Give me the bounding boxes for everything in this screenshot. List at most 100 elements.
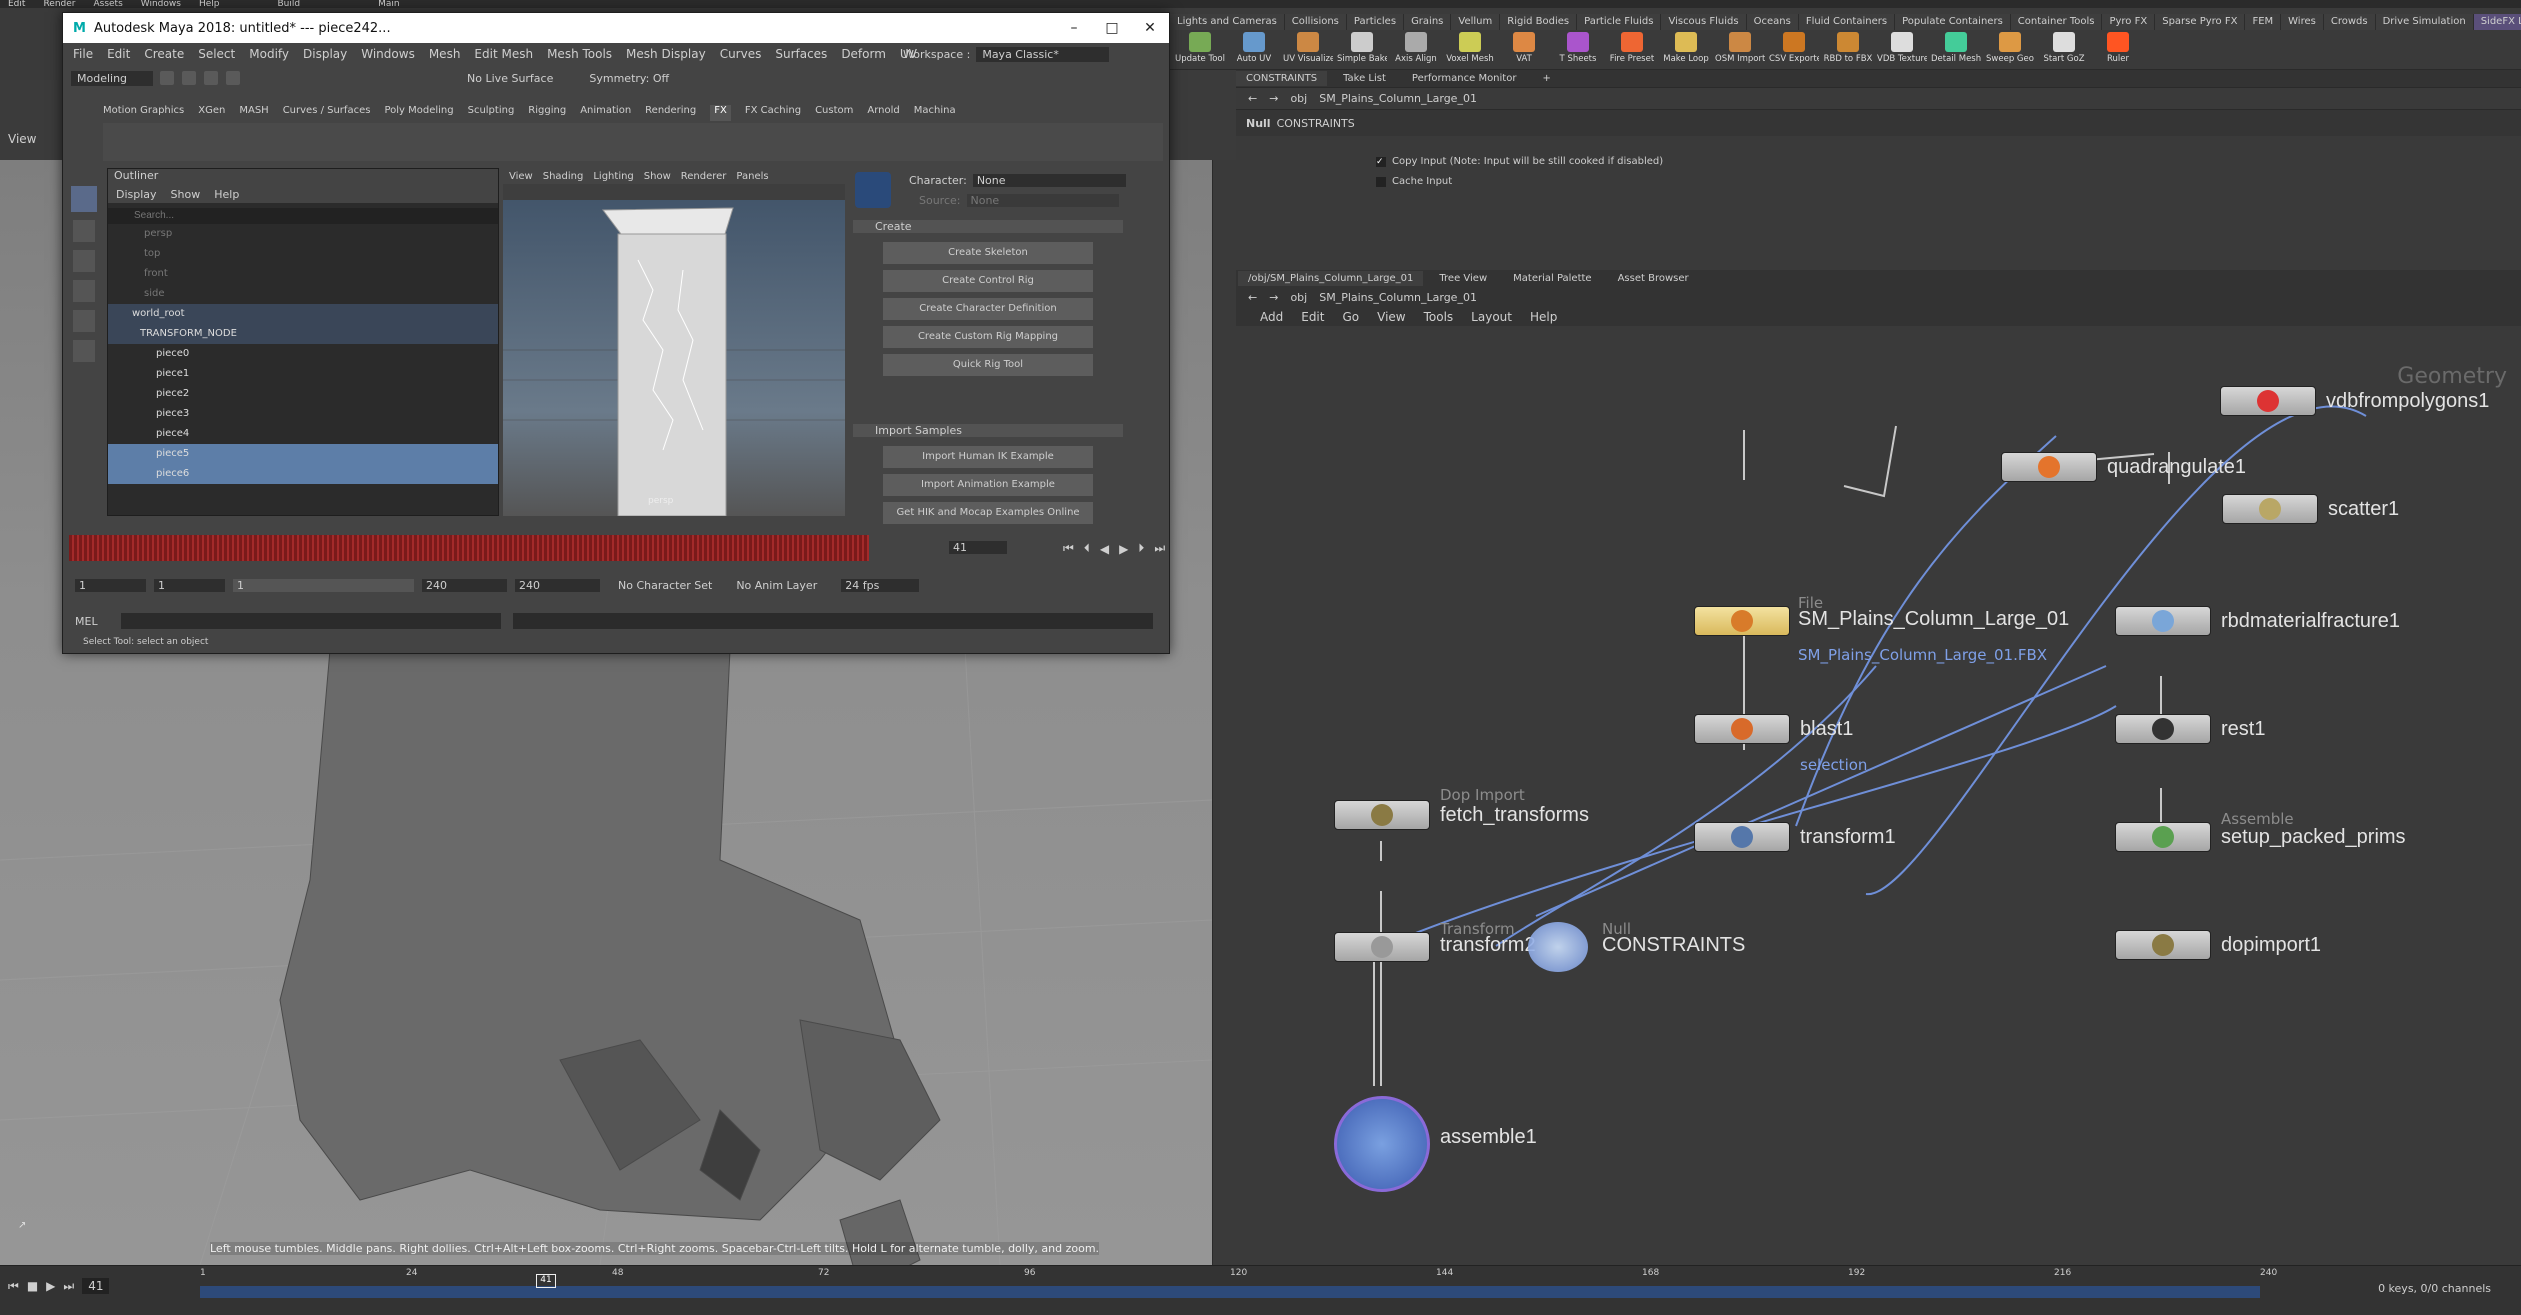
- workspace-dropdown[interactable]: Maya Classic*: [976, 47, 1109, 62]
- maximize-button[interactable]: □: [1093, 20, 1131, 36]
- hik-button[interactable]: Create Custom Rig Mapping: [883, 326, 1093, 348]
- param-path[interactable]: SM_Plains_Column_Large_01: [1319, 92, 1477, 105]
- rotate-tool-icon[interactable]: [73, 310, 95, 332]
- viewport-menu-item[interactable]: Shading: [543, 171, 584, 182]
- outliner-item[interactable]: piece3: [108, 404, 498, 424]
- node-quadrangulate1[interactable]: [2001, 452, 2097, 482]
- lasso-tool-icon[interactable]: [73, 220, 95, 242]
- shelf-tool[interactable]: VDB Textures: [1877, 32, 1927, 64]
- anim-start-field[interactable]: 1: [75, 579, 146, 592]
- maya-shelf-tab[interactable]: Motion Graphics: [103, 105, 184, 121]
- shelf-tab[interactable]: Rigid Bodies: [1500, 14, 1578, 30]
- play-icon[interactable]: ▶: [46, 1279, 55, 1293]
- maya-shelf-tab[interactable]: FX Caching: [745, 105, 801, 121]
- menu-edit[interactable]: Edit: [8, 0, 25, 8]
- node-transform2[interactable]: [1334, 932, 1430, 962]
- tab-network[interactable]: /obj/SM_Plains_Column_Large_01: [1238, 270, 1424, 286]
- param-context[interactable]: obj: [1290, 92, 1307, 105]
- jump-end-icon[interactable]: ⏭: [63, 1279, 74, 1294]
- shelf-tool[interactable]: Fire Preset: [1607, 32, 1657, 64]
- current-frame-field[interactable]: 41: [82, 1278, 110, 1294]
- shelf-tab[interactable]: Grains: [1404, 14, 1452, 30]
- shelf-tab[interactable]: Container Tools: [2010, 14, 2103, 30]
- menu-assets[interactable]: Assets: [93, 0, 122, 8]
- goto-start-icon[interactable]: ⏮: [1063, 541, 1074, 556]
- shelf-tool[interactable]: T Sheets: [1553, 32, 1603, 64]
- add-tab-button[interactable]: +: [1532, 71, 1560, 86]
- mode-dropdown[interactable]: Modeling: [71, 70, 154, 86]
- maya-shelf-tab[interactable]: XGen: [198, 105, 225, 121]
- play-back-icon[interactable]: ◀: [1100, 542, 1109, 556]
- outliner-item[interactable]: top: [108, 244, 498, 264]
- hik-character-dropdown[interactable]: None: [972, 174, 1126, 187]
- copy-input-row[interactable]: ✓ Copy Input (Note: Input will be still …: [1376, 156, 1663, 167]
- maya-menu-item[interactable]: Curves: [720, 47, 762, 61]
- shelf-tool[interactable]: Voxel Mesh: [1445, 32, 1495, 64]
- viewport-menu-item[interactable]: Panels: [736, 171, 768, 182]
- node-scatter1[interactable]: [2222, 494, 2318, 524]
- viewport-menu-item[interactable]: Lighting: [593, 171, 633, 182]
- outliner-item[interactable]: piece5: [108, 443, 498, 464]
- tab-tree-view[interactable]: Tree View: [1429, 271, 1497, 286]
- maya-menu-item[interactable]: Modify: [249, 47, 289, 61]
- maya-menu-item[interactable]: Mesh: [429, 47, 461, 61]
- maya-menu-item[interactable]: Windows: [361, 47, 415, 61]
- stop-icon[interactable]: ■: [27, 1279, 38, 1293]
- back-arrow-icon[interactable]: ←: [1248, 92, 1257, 105]
- fps-dropdown[interactable]: 24 fps: [841, 579, 920, 592]
- no-live-surface[interactable]: No Live Surface: [467, 72, 553, 85]
- shelf-tool[interactable]: Ruler: [2093, 32, 2143, 64]
- maya-current-frame[interactable]: 41: [949, 541, 1007, 554]
- step-forward-icon[interactable]: ⏵: [1138, 541, 1144, 556]
- shelf-tab[interactable]: Lights and Cameras: [1170, 14, 1285, 30]
- anim-end-field[interactable]: 240: [515, 579, 600, 592]
- tab-take-list[interactable]: Take List: [1333, 71, 1396, 86]
- node-blast1[interactable]: [1694, 714, 1790, 744]
- cache-input-checkbox[interactable]: [1376, 176, 1386, 187]
- node-fetch-transforms[interactable]: [1334, 800, 1430, 830]
- maya-menu-item[interactable]: Select: [198, 47, 235, 61]
- shelf-tool[interactable]: CSV Exporter: [1769, 32, 1819, 64]
- shelf-tab[interactable]: Wires: [2281, 14, 2324, 30]
- maya-shelf-tab[interactable]: Curves / Surfaces: [283, 105, 371, 121]
- net-context[interactable]: obj: [1290, 291, 1307, 304]
- shelf-tab[interactable]: Sparse Pyro FX: [2155, 14, 2246, 30]
- play-forward-icon[interactable]: ▶: [1119, 542, 1128, 556]
- select-tool-icon[interactable]: [71, 186, 97, 212]
- outliner-item[interactable]: TRANSFORM_NODE: [108, 323, 498, 344]
- viewport-menu-item[interactable]: Show: [644, 171, 671, 182]
- shelf-tool[interactable]: VAT: [1499, 32, 1549, 64]
- net-menu-go[interactable]: Go: [1342, 310, 1359, 324]
- outliner-menu-help[interactable]: Help: [214, 188, 239, 201]
- hik-button[interactable]: Create Character Definition: [883, 298, 1093, 320]
- net-path[interactable]: SM_Plains_Column_Large_01: [1319, 291, 1477, 304]
- shelf-tool[interactable]: Auto UV: [1229, 32, 1279, 64]
- mel-input[interactable]: [121, 613, 501, 629]
- tab-material-palette[interactable]: Material Palette: [1503, 271, 1601, 286]
- timeline-playhead[interactable]: 41: [536, 1274, 556, 1288]
- shelf-tab[interactable]: Pyro FX: [2102, 14, 2156, 30]
- jump-start-icon[interactable]: ⏮: [8, 1279, 19, 1294]
- shelf-tool[interactable]: Sweep Geo: [1985, 32, 2035, 64]
- outliner-menu-display[interactable]: Display: [116, 188, 157, 201]
- maya-menu-item[interactable]: Mesh Display: [626, 47, 706, 61]
- timeline-scrub[interactable]: [200, 1286, 2260, 1298]
- maya-shelf-tab[interactable]: Rendering: [645, 105, 696, 121]
- maya-menu-item[interactable]: File: [73, 47, 93, 61]
- hik-button[interactable]: Quick Rig Tool: [883, 354, 1093, 376]
- range-end-field[interactable]: 240: [422, 579, 507, 592]
- network-editor[interactable]: Geometry vdbfrompolygons1 quadrangulate1…: [1236, 326, 2521, 1266]
- maya-shelf-tab[interactable]: FX: [710, 105, 731, 121]
- tab-performance-monitor[interactable]: Performance Monitor: [1402, 71, 1527, 86]
- shelf-tool[interactable]: Update Toolset: [1175, 32, 1225, 64]
- shelf-tab[interactable]: Drive Simulation: [2375, 14, 2474, 30]
- maya-menu-item[interactable]: Mesh Tools: [547, 47, 612, 61]
- goto-end-icon[interactable]: ⏭: [1154, 541, 1165, 556]
- outliner-item[interactable]: side: [108, 284, 498, 304]
- outliner-item[interactable]: piece0: [108, 344, 498, 364]
- outliner-search-input[interactable]: [108, 207, 498, 224]
- maya-menu-item[interactable]: Create: [144, 47, 184, 61]
- step-back-icon[interactable]: ⏴: [1084, 541, 1090, 556]
- maya-menu-item[interactable]: Deform: [841, 47, 886, 61]
- tab-constraints[interactable]: CONSTRAINTS: [1236, 71, 1328, 86]
